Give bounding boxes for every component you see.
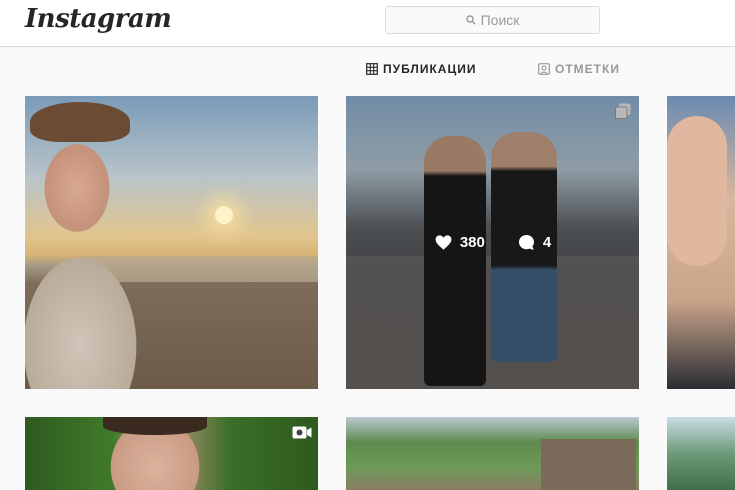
person-hair [30,102,130,142]
instagram-logo[interactable]: Instagram [25,4,172,34]
tab-posts[interactable]: ПУБЛИКАЦИИ [366,62,476,76]
wooden-shed [541,439,636,490]
tab-tagged-label: ОТМЕТКИ [555,62,620,76]
sunset-sun [215,206,233,224]
tab-tagged[interactable]: ОТМЕТКИ [538,62,620,76]
profile-tabs: ПУБЛИКАЦИИ ОТМЕТКИ [0,62,735,80]
likes-count: 380 [459,234,485,251]
post-tile-hovered[interactable]: 380 4 [346,96,639,389]
post-tile[interactable] [346,417,639,490]
search-placeholder: Поиск [480,12,520,28]
post-tile[interactable] [25,96,318,389]
selfie-person [25,106,145,389]
comments-count: 4 [542,234,552,251]
post-tile[interactable] [667,96,735,389]
grid-icon [366,63,378,75]
comments-stat: 4 [517,233,551,252]
post-tile[interactable] [667,417,735,490]
tab-posts-label: ПУБЛИКАЦИИ [383,62,477,76]
post-hover-overlay: 380 4 [346,96,639,389]
top-bar: Instagram Поиск [0,0,735,47]
selfie-face [667,116,727,266]
tagged-user-icon [538,63,550,75]
video-camera-icon [292,426,312,439]
search-input[interactable]: Поиск [385,6,600,34]
person-hair [103,417,207,435]
likes-stat: 380 [434,233,485,252]
search-icon [465,15,476,25]
heart-icon [435,235,452,250]
comment-icon [518,234,534,251]
post-tile[interactable] [25,417,318,490]
